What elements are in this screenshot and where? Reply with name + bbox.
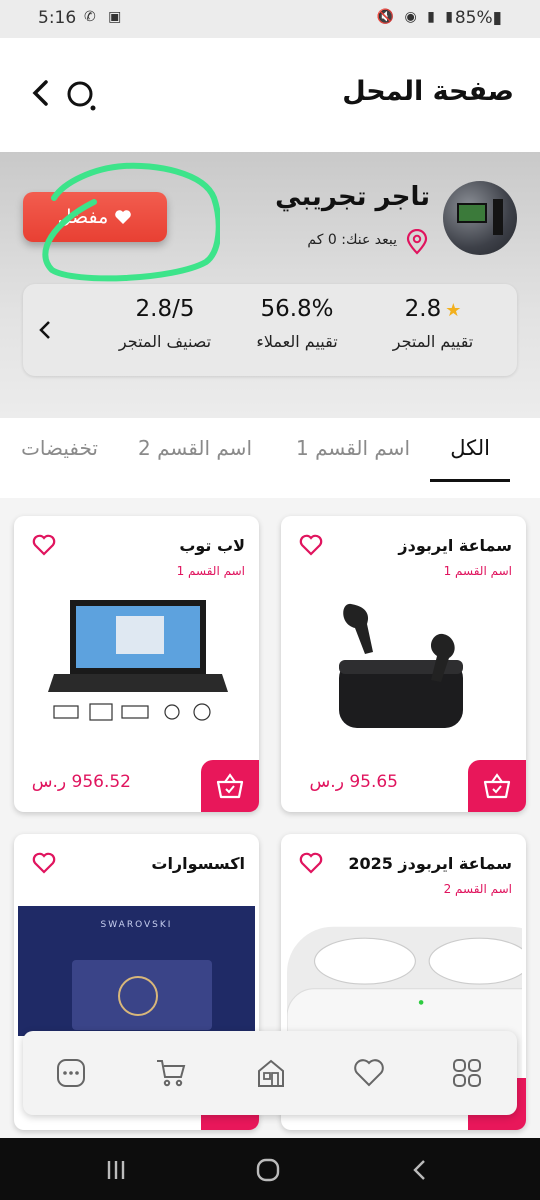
stat-customer-rating: 56.8% تقييم العملاء [256, 296, 338, 351]
box-brand-label: SWAROVSKI [100, 920, 173, 930]
store-distance: يبعد عنك: 0 كم [307, 232, 397, 248]
green-annotation-circle [42, 162, 220, 282]
category-tabs: الكل اسم القسم 1 اسم القسم 2 تخفيضات [0, 418, 540, 498]
system-navigation-bar [0, 1138, 540, 1200]
system-icons: 🔇 ◉ ▮ ▮ [376, 9, 456, 25]
tab-section-1[interactable]: اسم القسم 1 [296, 436, 410, 460]
page-title: صفحة المحل [342, 76, 514, 107]
product-name: اكسسوارات [151, 854, 245, 873]
wishlist-heart-icon[interactable] [32, 852, 56, 874]
grid-icon[interactable] [451, 1057, 483, 1089]
chat-icon[interactable] [55, 1057, 87, 1089]
jewelry-box-image: SWAROVSKI [18, 906, 255, 1036]
tab-discounts[interactable]: تخفيضات [21, 436, 98, 460]
home-icon[interactable] [256, 1158, 280, 1182]
tab-all[interactable]: الكل [450, 436, 490, 460]
battery-indicator: 85%▮ [454, 8, 502, 28]
back-arrow-icon[interactable] [28, 78, 54, 108]
cart-icon[interactable] [155, 1057, 187, 1089]
stat-store-classification: 2.8/5 تصنيف المتجر [118, 296, 212, 351]
status-bar: 5:16 ✆ ▣ 🔇 ◉ ▮ ▮ 85%▮ [0, 0, 540, 38]
store-stats-panel: ★2.8 تقييم المتجر 56.8% تقييم العملاء 2.… [23, 284, 517, 376]
store-icon[interactable] [255, 1057, 287, 1089]
product-name: لاب توب [179, 536, 245, 555]
heart-icon[interactable] [353, 1057, 385, 1089]
product-category: اسم القسم 1 [443, 564, 512, 578]
location-pin-icon [406, 229, 428, 255]
store-banner: تاجر تجريبي يبعد عنك: 0 كم مفضل ★2.8 تقي… [0, 152, 540, 418]
add-to-cart-button[interactable] [201, 760, 259, 812]
wishlist-heart-icon[interactable] [299, 852, 323, 874]
add-to-cart-button[interactable] [468, 760, 526, 812]
basket-icon [483, 773, 511, 799]
wishlist-heart-icon[interactable] [299, 534, 323, 556]
product-name: سماعة ايربودز [398, 536, 512, 555]
bottom-navigation [23, 1031, 517, 1115]
product-card[interactable]: لاب توب اسم القسم 1 956.52 ر.س [14, 516, 259, 812]
status-time: 5:16 [38, 8, 77, 28]
active-tab-indicator [430, 479, 510, 482]
top-header: صفحة المحل [0, 38, 540, 152]
star-icon: ★ [445, 300, 462, 321]
product-category: اسم القسم 1 [176, 564, 245, 578]
app-screen: 5:16 ✆ ▣ 🔇 ◉ ▮ ▮ 85%▮ صفحة المحل تاجر تج… [0, 0, 540, 1200]
recent-apps-icon[interactable] [104, 1158, 128, 1182]
basket-icon [216, 773, 244, 799]
stat-store-rating: ★2.8 تقييم المتجر [392, 296, 474, 351]
airpods-image [339, 603, 463, 728]
wishlist-heart-icon[interactable] [32, 534, 56, 556]
chevron-left-icon[interactable] [37, 318, 53, 342]
store-name: تاجر تجريبي [275, 182, 430, 212]
product-price: 95.65 ر.س [309, 772, 398, 792]
back-icon[interactable] [408, 1158, 432, 1182]
store-avatar[interactable] [443, 181, 517, 255]
search-icon[interactable] [64, 78, 100, 114]
product-card[interactable]: سماعة ايربودز اسم القسم 1 95.65 ر.س [281, 516, 526, 812]
laptop-image [48, 600, 228, 721]
product-category: اسم القسم 2 [443, 882, 512, 896]
product-name: سماعة ايربودز 2025 [348, 854, 512, 873]
product-price: 956.52 ر.س [31, 772, 131, 792]
notification-icons: ✆ ▣ [84, 9, 126, 25]
tab-section-2[interactable]: اسم القسم 2 [138, 436, 252, 460]
